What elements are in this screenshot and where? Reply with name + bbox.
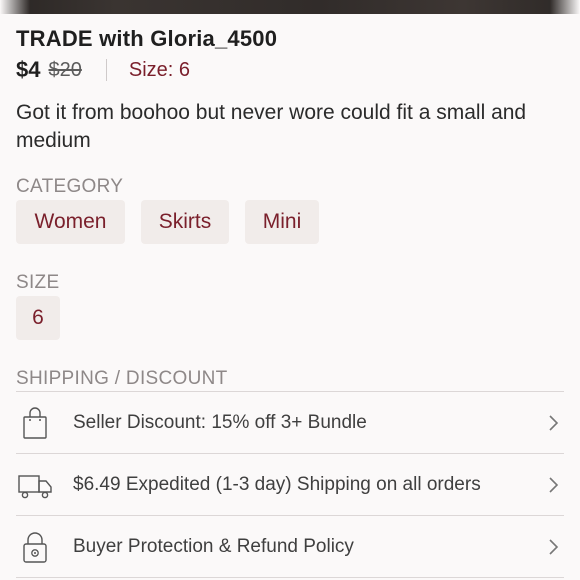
price-row: $4 $20 Size: 6: [16, 56, 190, 84]
category-chip-mini[interactable]: Mini: [245, 200, 319, 244]
padlock-icon: [23, 531, 47, 563]
buyer-protection-text: Buyer Protection & Refund Policy: [73, 535, 354, 557]
shopping-bag-icon: [23, 406, 47, 439]
listing-photo-bottom-edge[interactable]: [0, 0, 580, 14]
shipping-discount-label: SHIPPING / DISCOUNT: [16, 368, 228, 389]
shipping-offer-text: $6.49 Expedited (1-3 day) Shipping on al…: [73, 473, 481, 495]
seller-discount-text: Seller Discount: 15% off 3+ Bundle: [73, 411, 367, 433]
chevron-right-icon: [549, 414, 559, 431]
seller-discount-row[interactable]: Seller Discount: 15% off 3+ Bundle: [16, 391, 564, 453]
delivery-truck-icon: [18, 474, 52, 498]
chevron-right-icon: [549, 538, 559, 555]
list-bottom-divider: [16, 577, 564, 578]
category-chip-skirts[interactable]: Skirts: [141, 200, 229, 244]
size-label: SIZE: [16, 272, 60, 293]
original-price: $20: [48, 58, 82, 81]
chevron-right-icon: [549, 476, 559, 493]
current-price: $4: [16, 57, 41, 82]
shipping-offer-row[interactable]: $6.49 Expedited (1-3 day) Shipping on al…: [16, 453, 564, 515]
size-inline: Size: 6: [128, 58, 191, 81]
listing-title: TRADE with Gloria_4500: [16, 26, 278, 51]
price-divider: [105, 59, 107, 81]
buyer-protection-row[interactable]: Buyer Protection & Refund Policy: [16, 515, 564, 577]
shipping-discount-list: Seller Discount: 15% off 3+ Bundle $6.49…: [16, 391, 564, 578]
category-label: CATEGORY: [16, 176, 124, 197]
size-chip[interactable]: 6: [16, 296, 60, 340]
category-chip-women[interactable]: Women: [16, 200, 125, 244]
listing-description: Got it from boohoo but never wore could …: [16, 101, 527, 152]
